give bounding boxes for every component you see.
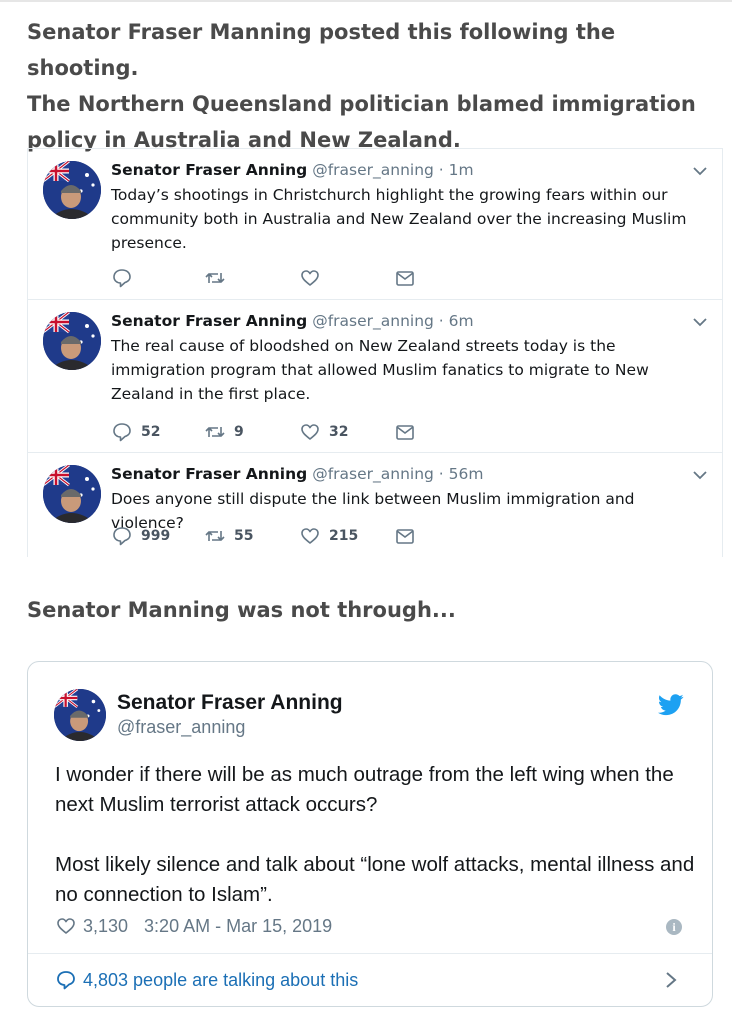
avatar-image — [54, 689, 106, 741]
retweet-count: 55 — [234, 528, 254, 544]
embed-tweet-text: I wonder if there will be as much outrag… — [55, 760, 695, 910]
chevron-down-icon[interactable] — [692, 469, 708, 481]
tweet-header: Senator Fraser Anning @fraser_anning · 1… — [111, 159, 474, 181]
tweet-header: Senator Fraser Anning @fraser_anning · 5… — [111, 463, 483, 485]
tweet-handle-time[interactable]: @fraser_anning · 1m — [312, 161, 473, 179]
tweet-card[interactable]: Senator Fraser Anning @fraser_anning · 1… — [28, 149, 722, 300]
dm-button[interactable] — [394, 421, 416, 443]
reply-button[interactable]: 999 — [111, 525, 170, 547]
dm-button[interactable] — [394, 525, 416, 547]
like-icon — [301, 270, 319, 286]
avatar[interactable] — [43, 465, 101, 523]
reply-icon — [113, 527, 131, 546]
embed-paragraph-2: Most likely silence and talk about “lone… — [55, 853, 695, 906]
comment-icon — [57, 971, 75, 990]
tweet-handle-time[interactable]: @fraser_anning · 56m — [312, 465, 483, 483]
tweet-actions: 52 9 32 — [111, 421, 431, 443]
conversation-count-label: 4,803 people are talking about this — [83, 969, 359, 990]
like-button[interactable]: 32 — [299, 421, 348, 443]
avatar[interactable] — [43, 161, 101, 219]
retweet-button[interactable] — [204, 267, 234, 289]
retweet-icon — [205, 427, 225, 437]
retweet-button[interactable]: 9 — [204, 421, 244, 443]
avatar-image — [43, 161, 101, 219]
tweet-text: The real cause of bloodshed on New Zeala… — [111, 337, 649, 403]
like-icon[interactable] — [55, 915, 77, 937]
dm-icon — [396, 425, 414, 440]
like-button[interactable]: 215 — [299, 525, 358, 547]
like-button[interactable] — [299, 267, 329, 289]
twitter-bird-icon[interactable] — [658, 694, 684, 716]
retweet-count: 9 — [234, 424, 244, 440]
retweet-button[interactable]: 55 — [204, 525, 253, 547]
retweet-icon — [205, 531, 225, 541]
reply-icon — [113, 269, 131, 288]
like-count: 32 — [329, 424, 349, 440]
retweet-icon — [205, 273, 225, 283]
reply-count: 52 — [141, 424, 161, 440]
chevron-down-icon[interactable] — [692, 316, 708, 328]
dm-icon — [396, 529, 414, 544]
tweet-actions: 999 55 215 — [111, 525, 431, 547]
intro-text: Senator Fraser Manning posted this follo… — [27, 14, 717, 158]
embedded-tweet[interactable]: Senator Fraser Anning @fraser_anning I w… — [27, 661, 713, 1007]
tweet-card[interactable]: Senator Fraser Anning @fraser_anning · 5… — [28, 453, 722, 557]
embed-like-count[interactable]: 3,130 — [83, 916, 128, 937]
avatar-image — [43, 465, 101, 523]
reply-button[interactable] — [111, 267, 141, 289]
info-icon[interactable]: i — [666, 919, 682, 935]
avatar-image — [43, 312, 101, 370]
conversation-link[interactable]: 4,803 people are talking about this — [55, 969, 358, 991]
embed-author-name[interactable]: Senator Fraser Anning — [117, 691, 343, 715]
embed-paragraph-1: I wonder if there will be as much outrag… — [55, 763, 674, 816]
dm-button[interactable] — [394, 267, 416, 289]
tweet-author-name[interactable]: Senator Fraser Anning — [111, 312, 307, 330]
reply-button[interactable]: 52 — [111, 421, 160, 443]
reply-icon — [113, 423, 131, 442]
tweet-header: Senator Fraser Anning @fraser_anning · 6… — [111, 310, 474, 332]
tweet-author-name[interactable]: Senator Fraser Anning — [111, 161, 307, 179]
dm-icon — [396, 271, 414, 286]
tweet-card[interactable]: Senator Fraser Anning @fraser_anning · 6… — [28, 300, 722, 453]
like-icon — [301, 528, 319, 544]
embed-footer[interactable]: 4,803 people are talking about this — [28, 953, 712, 1006]
tweet-text: Today’s shootings in Christchurch highli… — [111, 186, 687, 252]
intro-line-1: Senator Fraser Manning posted this follo… — [27, 20, 616, 80]
avatar[interactable] — [43, 312, 101, 370]
embed-timestamp[interactable]: 3:20 AM - Mar 15, 2019 — [144, 916, 332, 937]
embed-meta-row: 3,130 3:20 AM - Mar 15, 2019 — [55, 914, 332, 938]
like-icon — [301, 424, 319, 440]
top-divider — [0, 0, 732, 2]
section-caption: Senator Manning was not through... — [27, 598, 456, 622]
like-count: 215 — [329, 528, 359, 544]
reply-count: 999 — [141, 528, 171, 544]
tweet-thread: Senator Fraser Anning @fraser_anning · 1… — [27, 148, 723, 557]
embed-author-handle[interactable]: @fraser_anning — [117, 717, 245, 738]
tweet-handle-time[interactable]: @fraser_anning · 6m — [312, 312, 473, 330]
tweet-actions — [111, 267, 431, 289]
tweet-author-name[interactable]: Senator Fraser Anning — [111, 465, 307, 483]
avatar[interactable] — [54, 689, 106, 741]
chevron-right-icon[interactable] — [664, 970, 678, 990]
chevron-down-icon[interactable] — [692, 165, 708, 177]
